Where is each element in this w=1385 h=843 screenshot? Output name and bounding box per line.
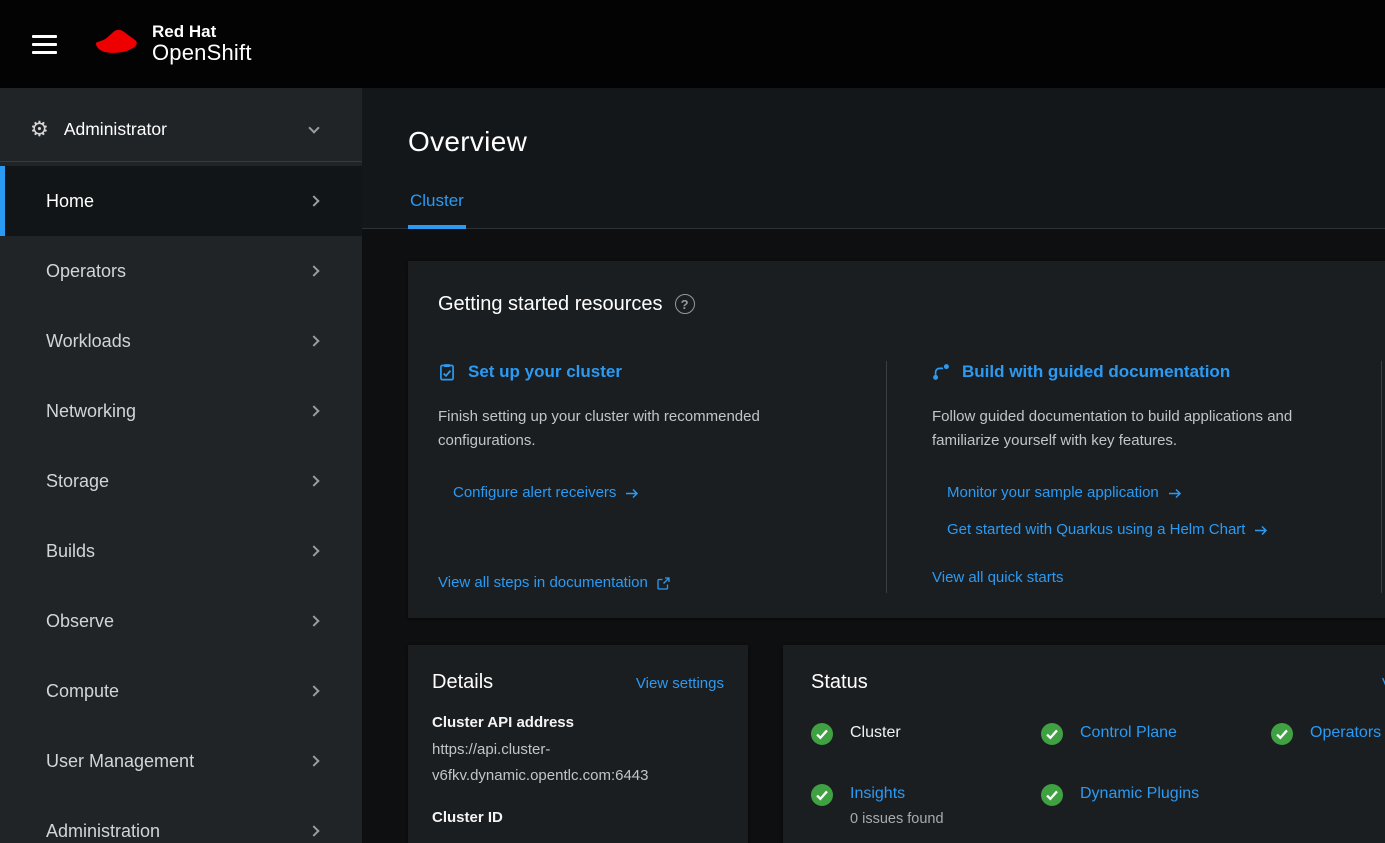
guided-links: Monitor your sample application Get star… — [932, 483, 1381, 540]
sidebar-item-label: Workloads — [46, 331, 310, 352]
chevron-right-icon — [308, 265, 319, 276]
status-item: Cluster — [811, 724, 1041, 745]
sidebar-item-label: Networking — [46, 401, 310, 422]
status-card: Status View alerts — [783, 645, 1385, 843]
details-title: Details — [432, 671, 493, 694]
sidebar-item[interactable]: Operators — [0, 236, 362, 306]
check-circle-icon — [811, 723, 833, 745]
sidebar-item-label: Builds — [46, 541, 310, 562]
sidebar: ⚙ Administrator Home Operators Workloads — [0, 88, 362, 843]
sidebar-item-label: Operators — [46, 261, 310, 282]
status-item: Operators — [1271, 724, 1385, 745]
check-circle-icon — [1041, 784, 1063, 806]
help-icon[interactable]: ? — [675, 294, 695, 314]
sidebar-item-label: Home — [46, 191, 310, 212]
getting-started-title: Getting started resources — [438, 293, 663, 316]
main-content: Overview Cluster Getting started resourc… — [362, 88, 1385, 843]
getting-started-card: Getting started resources ? — [408, 261, 1385, 618]
getting-started-link[interactable]: Configure alert receivers — [453, 483, 639, 503]
page-header: Overview Cluster — [362, 88, 1385, 229]
guided-docs-description: Follow guided documentation to build app… — [932, 405, 1332, 453]
setup-links: Configure alert receivers — [438, 483, 859, 503]
cluster-api-address-field: Cluster API address https://api.cluster-… — [432, 714, 724, 789]
tab-bar: Cluster — [362, 190, 1385, 229]
cluster-api-address-label: Cluster API address — [432, 714, 724, 731]
perspective-label: Administrator — [64, 119, 167, 140]
status-grid: Cluster — [811, 724, 1385, 827]
cluster-id-field: Cluster ID — [432, 809, 724, 826]
gear-icon: ⚙ — [30, 119, 49, 140]
sidebar-item[interactable]: User Management — [0, 726, 362, 796]
details-card: Details View settings Cluster API addres… — [408, 645, 748, 843]
check-circle-icon — [1271, 723, 1293, 745]
sidebar-item[interactable]: Builds — [0, 516, 362, 586]
chevron-right-icon — [308, 825, 319, 836]
sidebar-item-label: Compute — [46, 681, 310, 702]
check-circle-icon — [811, 784, 833, 806]
status-item-label[interactable]: Control Plane — [1080, 724, 1177, 741]
sidebar-item[interactable]: Storage — [0, 446, 362, 516]
chevron-right-icon — [308, 545, 319, 556]
arrow-right-icon — [625, 488, 639, 499]
cluster-api-address-value: https://api.cluster-v6fkv.dynamic.opentl… — [432, 737, 724, 789]
sidebar-item[interactable]: Home — [0, 166, 362, 236]
chevron-right-icon — [308, 195, 319, 206]
perspective-switcher[interactable]: ⚙ Administrator — [0, 98, 362, 162]
status-item: Insights 0 issues found — [811, 785, 1041, 827]
sidebar-item[interactable]: Workloads — [0, 306, 362, 376]
setup-cluster-description: Finish setting up your cluster with reco… — [438, 405, 859, 453]
chevron-down-icon — [308, 122, 319, 133]
status-item-label[interactable]: Dynamic Plugins — [1080, 785, 1199, 802]
status-item: Control Plane — [1041, 724, 1271, 745]
sidebar-item[interactable]: Networking — [0, 376, 362, 446]
view-settings-link[interactable]: View settings — [636, 675, 724, 692]
masthead: Red Hat OpenShift — [0, 0, 1385, 88]
page-title: Overview — [362, 122, 1385, 162]
sidebar-item[interactable]: Administration — [0, 796, 362, 843]
tab-cluster[interactable]: Cluster — [408, 190, 466, 228]
dashboard: Getting started resources ? — [362, 229, 1385, 843]
sidebar-nav: Home Operators Workloads Networking — [0, 166, 362, 843]
setup-cluster-column: Set up your cluster Finish setting up yo… — [438, 361, 887, 593]
status-item-subtext: 0 issues found — [850, 811, 944, 827]
status-item-label[interactable]: Cluster — [850, 724, 901, 741]
view-all-steps-link[interactable]: View all steps in documentation — [438, 573, 670, 593]
arrow-right-icon — [1168, 488, 1182, 499]
status-title: Status — [811, 671, 868, 694]
brand-line1: Red Hat — [152, 22, 252, 41]
quick-start-link[interactable]: Monitor your sample application — [947, 483, 1182, 503]
sidebar-item-label: Observe — [46, 611, 310, 632]
guided-docs-column: Build with guided documentation Follow g… — [887, 361, 1382, 593]
check-circle-icon — [1041, 723, 1063, 745]
chevron-right-icon — [308, 405, 319, 416]
chevron-right-icon — [308, 615, 319, 626]
sidebar-item-label: Administration — [46, 821, 310, 842]
chevron-right-icon — [308, 335, 319, 346]
status-item: Dynamic Plugins — [1041, 785, 1271, 827]
sidebar-item[interactable]: Observe — [0, 586, 362, 656]
view-all-quick-starts-link[interactable]: View all quick starts — [932, 568, 1063, 588]
brand-logo[interactable]: Red Hat OpenShift — [93, 22, 252, 66]
chevron-right-icon — [308, 475, 319, 486]
guided-docs-title[interactable]: Build with guided documentation — [962, 362, 1230, 382]
sidebar-item[interactable]: Compute — [0, 656, 362, 726]
sidebar-item-label: User Management — [46, 751, 310, 772]
setup-cluster-title[interactable]: Set up your cluster — [468, 362, 622, 382]
checklist-icon — [438, 363, 456, 381]
sidebar-item-label: Storage — [46, 471, 310, 492]
cluster-id-label: Cluster ID — [432, 809, 724, 826]
quick-start-link[interactable]: Get started with Quarkus using a Helm Ch… — [947, 520, 1268, 540]
external-link-icon — [657, 577, 670, 590]
redhat-hat-icon — [93, 28, 139, 60]
chevron-right-icon — [308, 755, 319, 766]
status-item-label[interactable]: Insights — [850, 785, 905, 802]
brand-line2: OpenShift — [152, 41, 252, 66]
status-item-label[interactable]: Operators — [1310, 724, 1381, 741]
arrow-right-icon — [1254, 525, 1268, 536]
guided-docs-icon — [932, 363, 950, 381]
nav-toggle-button[interactable] — [26, 29, 63, 60]
chevron-right-icon — [308, 685, 319, 696]
